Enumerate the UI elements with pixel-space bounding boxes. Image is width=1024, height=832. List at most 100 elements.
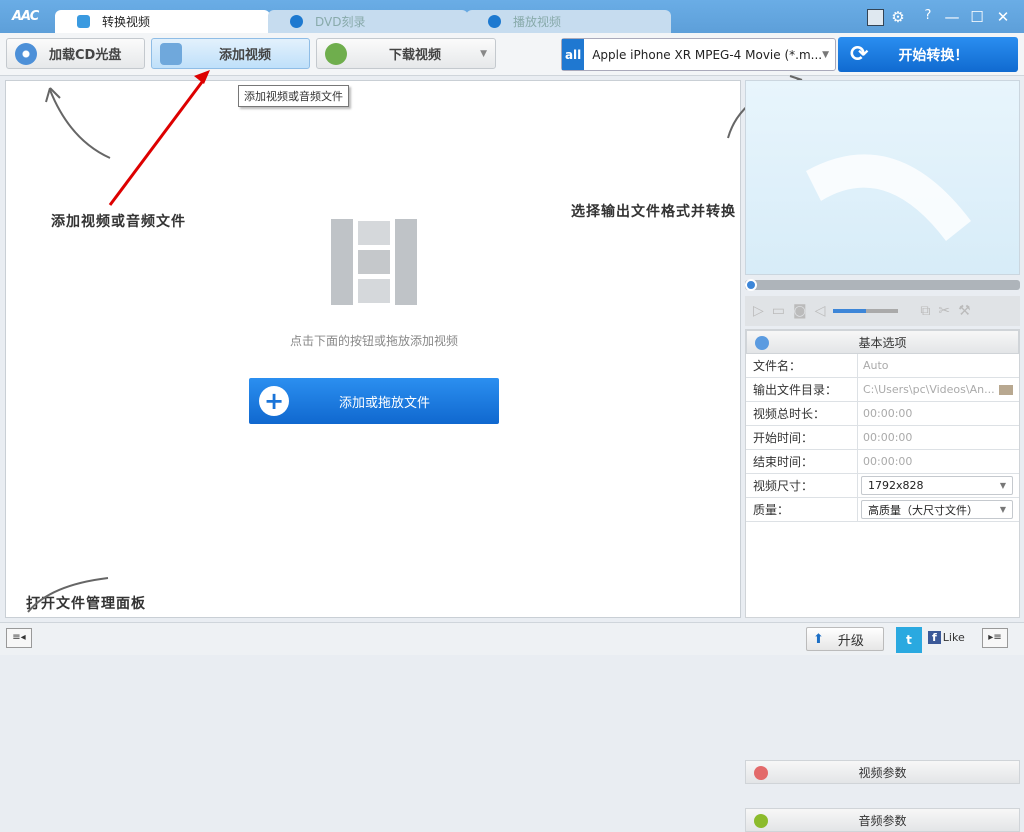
status-bar: ≡◂ ⬆ 升级 t f Like ▸≡	[0, 622, 1024, 655]
option-row-video-size: 视频尺寸： 1792x828 ▼	[746, 474, 1019, 498]
play-icon[interactable]: ▷	[753, 303, 764, 319]
start-convert-label: 开始转换！	[898, 47, 969, 64]
annotation-add: 添加视频或音频文件	[51, 214, 186, 230]
like-label: Like	[942, 631, 965, 644]
option-row-end-time: 结束时间： 00:00:00	[746, 450, 1019, 474]
upgrade-arrow-icon: ⬆	[813, 631, 824, 647]
option-row-start-time: 开始时间： 00:00:00	[746, 426, 1019, 450]
scissors-icon[interactable]: ✂	[938, 303, 950, 319]
tab-label: DVD刻录	[315, 15, 366, 29]
option-row-output-dir: 输出文件目录： C:\Users\pc\Videos\An...	[746, 378, 1019, 402]
video-preview	[745, 80, 1020, 275]
option-label: 输出文件目录：	[746, 378, 858, 401]
settings-icon[interactable]: ⚙	[888, 8, 908, 26]
format-all-icon: all	[562, 39, 585, 70]
annotation-panel: 打开文件管理面板	[26, 596, 146, 612]
tab-convert-video[interactable]: 转换视频	[55, 10, 270, 33]
file-drop-area[interactable]: 点击下面的按钮或拖放添加视频 + 添加或拖放文件 添加视频或音频文件 选择输出文…	[5, 80, 741, 618]
output-dir-field[interactable]: C:\Users\pc\Videos\An...	[858, 383, 999, 396]
film-icon	[160, 42, 182, 65]
app-logo: AAC	[12, 9, 39, 24]
duration-value: 00:00:00	[863, 407, 913, 420]
start-convert-button[interactable]: ⟳ 开始转换！	[838, 37, 1018, 72]
video-size-select[interactable]: 1792x828 ▼	[861, 476, 1013, 495]
maximize-button[interactable]: ☐	[967, 8, 987, 26]
chevron-down-icon: ▼	[999, 481, 1006, 490]
option-label: 开始时间：	[746, 426, 858, 449]
help-button[interactable]: ?	[918, 8, 938, 23]
tooltip: 添加视频或音频文件	[238, 85, 349, 107]
video-size-value: 1792x828	[868, 479, 924, 492]
load-cd-label: 加载CD光盘	[49, 48, 122, 63]
upgrade-button[interactable]: ⬆ 升级	[806, 627, 884, 651]
options-panel: 基本选项 文件名： Auto 输出文件目录： C:\Users\pc\Videos\…	[745, 329, 1020, 832]
disc-icon	[290, 15, 303, 28]
stop-icon[interactable]: ▭	[772, 303, 785, 319]
basic-options-header[interactable]: 基本选项	[746, 330, 1019, 354]
basic-options-title: 基本选项	[858, 335, 907, 350]
refresh-icon: ⟳	[850, 42, 869, 67]
convert-icon	[77, 15, 90, 28]
close-button[interactable]: ✕	[993, 8, 1013, 26]
film-strip-icon	[331, 219, 417, 305]
end-time-field[interactable]: 00:00:00	[858, 455, 1019, 468]
tab-label: 播放视频	[513, 15, 562, 29]
output-format-select[interactable]: all Apple iPhone XR MPEG-4 Movie (*.m... ▼	[561, 38, 836, 71]
volume-slider[interactable]	[833, 309, 899, 313]
start-time-field[interactable]: 00:00:00	[858, 431, 1019, 444]
volume-icon[interactable]: ◁	[815, 303, 826, 319]
download-video-label: 下载视频	[389, 48, 442, 63]
annotation-select: 选择输出文件格式并转换	[571, 204, 736, 220]
facebook-like-button[interactable]: f Like	[928, 631, 965, 644]
audio-params-title: 音频参数	[858, 813, 907, 828]
video-params-title: 视频参数	[858, 765, 907, 780]
video-params-header[interactable]: 视频参数	[745, 760, 1020, 784]
tab-dvd-burn[interactable]: DVD刻录	[268, 10, 468, 33]
tab-label: 转换视频	[102, 15, 151, 29]
option-row-filename: 文件名： Auto	[746, 354, 1019, 378]
slider-handle[interactable]	[745, 279, 757, 291]
film-reel-icon	[806, 154, 971, 241]
folder-icon[interactable]	[999, 384, 1013, 395]
queue-panel-toggle[interactable]: ▸≡	[982, 628, 1008, 648]
minimize-button[interactable]: —	[942, 8, 962, 26]
right-panel: ▷ ▭ ◙ ◁ ⧉ ✂ ⚒ 基本选项 文件名： Auto 输出文件目录： C:\Users\p…	[745, 80, 1020, 832]
load-cd-button[interactable]: 加载CD光盘	[6, 38, 145, 69]
add-or-drop-files-button[interactable]: + 添加或拖放文件	[249, 378, 499, 424]
player-controls: ▷ ▭ ◙ ◁ ⧉ ✂ ⚒	[745, 296, 1020, 326]
format-value: Apple iPhone XR MPEG-4 Movie (*.m...	[592, 47, 823, 62]
quality-select[interactable]: 高质量（大尺寸文件） ▼	[861, 500, 1013, 519]
add-video-label: 添加视频	[219, 48, 272, 63]
globe-icon	[325, 42, 347, 65]
option-row-duration: 视频总时长： 00:00:00	[746, 402, 1019, 426]
film-icon	[754, 766, 768, 780]
filename-field[interactable]: Auto	[858, 359, 1019, 372]
file-panel-toggle[interactable]: ≡◂	[6, 628, 32, 648]
option-label: 结束时间：	[746, 450, 858, 473]
progress-slider[interactable]	[745, 279, 1020, 291]
audio-params-header[interactable]: 音频参数	[745, 808, 1020, 832]
speaker-icon	[754, 814, 768, 828]
camera-icon[interactable]: ◙	[793, 303, 807, 319]
toolbar: 加载CD光盘 添加视频 下载视频 ▼ all Apple iPhone XR MPE…	[0, 33, 1024, 76]
crop-icon[interactable]: ⧉	[920, 303, 930, 319]
chevron-down-icon: ▼	[999, 505, 1006, 514]
wrench-icon	[755, 336, 769, 350]
chevron-down-icon[interactable]: ▼	[480, 49, 487, 59]
twitter-icon[interactable]: t	[896, 627, 922, 653]
download-video-button[interactable]: 下载视频 ▼	[316, 38, 496, 69]
wand-icon[interactable]: ⚒	[958, 303, 971, 319]
option-label: 文件名：	[746, 354, 858, 377]
play-icon	[488, 15, 501, 28]
upgrade-label: 升级	[837, 633, 864, 649]
option-label: 视频尺寸：	[746, 474, 858, 497]
tab-play-video[interactable]: 播放视频	[466, 10, 671, 33]
chevron-down-icon: ▼	[822, 49, 829, 60]
register-icon[interactable]	[867, 9, 884, 26]
option-row-quality: 质量： 高质量（大尺寸文件） ▼	[746, 498, 1019, 522]
add-video-button[interactable]: 添加视频	[151, 38, 310, 69]
drop-hint: 点击下面的按钮或拖放添加视频	[289, 334, 458, 348]
plus-icon: +	[259, 386, 289, 416]
add-or-drop-label: 添加或拖放文件	[339, 395, 431, 411]
title-bar: AAC 转换视频 DVD刻录 播放视频 ⚙ ? — ☐ ✕	[0, 0, 1024, 33]
